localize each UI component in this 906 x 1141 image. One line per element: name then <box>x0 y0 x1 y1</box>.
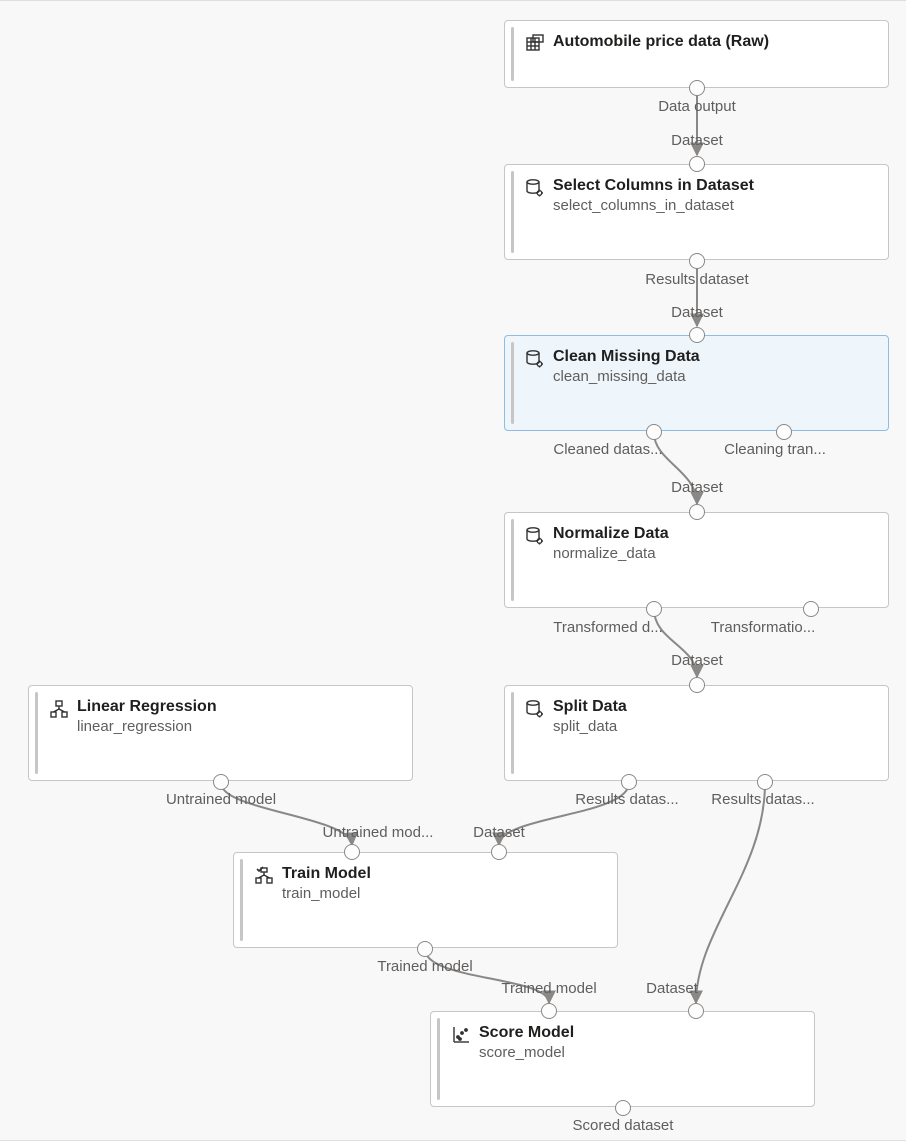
pipeline-canvas[interactable]: { "nodes": { "automobile": { "title": "A… <box>0 0 906 1141</box>
port-label-dataset: Dataset <box>671 132 723 149</box>
node-title: Split Data <box>553 698 874 716</box>
node-subtitle: split_data <box>553 718 874 735</box>
node-accent <box>511 171 514 253</box>
port-label-cleaned-dataset: Cleaned datas... <box>553 441 662 458</box>
train-model-icon <box>254 866 274 886</box>
port-label-dataset: Dataset <box>671 652 723 669</box>
output-port[interactable] <box>213 774 229 790</box>
scatter-chart-icon <box>451 1025 471 1045</box>
port-label-untrained-model-in: Untrained mod... <box>323 824 434 841</box>
node-title: Normalize Data <box>553 525 874 543</box>
port-label-scored-dataset: Scored dataset <box>573 1117 674 1134</box>
output-port[interactable] <box>803 601 819 617</box>
port-label-data-output: Data output <box>658 98 736 115</box>
port-label-dataset: Dataset <box>671 479 723 496</box>
port-label-dataset: Dataset <box>646 980 698 997</box>
port-label-transformation: Transformatio... <box>711 619 815 636</box>
node-automobile-price-data[interactable]: Automobile price data (Raw) <box>504 20 889 88</box>
database-gear-icon <box>525 178 545 198</box>
node-accent <box>511 342 514 424</box>
node-subtitle: select_columns_in_dataset <box>553 197 874 214</box>
node-accent <box>35 692 38 774</box>
node-train-model[interactable]: Train Model train_model <box>233 852 618 948</box>
input-port[interactable] <box>344 844 360 860</box>
output-port[interactable] <box>621 774 637 790</box>
node-accent <box>240 859 243 941</box>
input-port[interactable] <box>689 677 705 693</box>
node-subtitle: linear_regression <box>77 718 398 735</box>
output-port[interactable] <box>689 80 705 96</box>
node-accent <box>511 519 514 601</box>
input-port[interactable] <box>541 1003 557 1019</box>
output-port[interactable] <box>615 1100 631 1116</box>
node-accent <box>511 692 514 774</box>
output-port[interactable] <box>757 774 773 790</box>
node-title: Clean Missing Data <box>553 348 874 366</box>
database-gear-icon <box>525 349 545 369</box>
port-label-dataset: Dataset <box>473 824 525 841</box>
database-gear-icon <box>525 699 545 719</box>
node-split-data[interactable]: Split Data split_data <box>504 685 889 781</box>
input-port[interactable] <box>689 327 705 343</box>
port-label-results-dataset-1: Results datas... <box>575 791 678 808</box>
port-label-trained-model: Trained model <box>377 958 472 975</box>
node-title: Select Columns in Dataset <box>553 177 874 195</box>
port-label-cleaning-transform: Cleaning tran... <box>724 441 826 458</box>
node-accent <box>437 1018 440 1100</box>
node-title: Automobile price data (Raw) <box>553 33 874 51</box>
node-score-model[interactable]: Score Model score_model <box>430 1011 815 1107</box>
node-subtitle: clean_missing_data <box>553 368 874 385</box>
node-title: Train Model <box>282 865 603 883</box>
node-subtitle: train_model <box>282 885 603 902</box>
node-clean-missing-data[interactable]: Clean Missing Data clean_missing_data <box>504 335 889 431</box>
dataset-grid-icon <box>525 34 545 54</box>
port-label-dataset: Dataset <box>671 304 723 321</box>
port-label-transformed-dataset: Transformed d... <box>553 619 662 636</box>
port-label-results-dataset: Results dataset <box>645 271 748 288</box>
database-gear-icon <box>525 526 545 546</box>
node-subtitle: score_model <box>479 1044 800 1061</box>
port-label-results-dataset-2: Results datas... <box>711 791 814 808</box>
node-normalize-data[interactable]: Normalize Data normalize_data <box>504 512 889 608</box>
port-label-untrained-model: Untrained model <box>166 791 276 808</box>
input-port[interactable] <box>689 504 705 520</box>
node-select-columns[interactable]: Select Columns in Dataset select_columns… <box>504 164 889 260</box>
node-accent <box>511 27 514 81</box>
output-port[interactable] <box>776 424 792 440</box>
input-port[interactable] <box>688 1003 704 1019</box>
model-tree-icon <box>49 699 69 719</box>
node-title: Score Model <box>479 1024 800 1042</box>
node-linear-regression[interactable]: Linear Regression linear_regression <box>28 685 413 781</box>
node-title: Linear Regression <box>77 698 398 716</box>
output-port[interactable] <box>689 253 705 269</box>
node-subtitle: normalize_data <box>553 545 874 562</box>
output-port[interactable] <box>646 424 662 440</box>
input-port[interactable] <box>491 844 507 860</box>
port-label-trained-model-in: Trained model <box>501 980 596 997</box>
output-port[interactable] <box>417 941 433 957</box>
output-port[interactable] <box>646 601 662 617</box>
input-port[interactable] <box>689 156 705 172</box>
